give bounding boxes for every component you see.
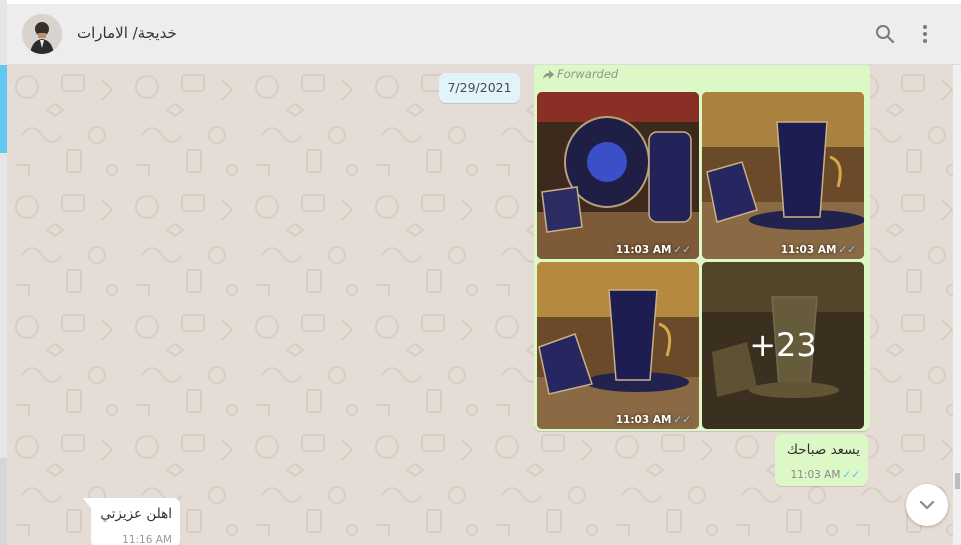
conversation-header[interactable]: خديجة/ الامارات	[7, 4, 961, 65]
message-text: يسعد صباحك	[786, 442, 860, 458]
photo-timestamp: 11:03 AM ✓✓	[780, 244, 856, 256]
message-list[interactable]: 7/29/2021 Forwarded 11:03 AM ✓✓ 11:03 AM…	[7, 65, 953, 545]
search-icon[interactable]	[873, 22, 897, 46]
read-receipt-icon: ✓✓	[673, 414, 691, 426]
whatsapp-web-window: خديجة/ الامارات 7/29/2021 Forwarded 11:0…	[0, 0, 961, 545]
chat-list-edge	[0, 0, 7, 545]
album-photo-2[interactable]: 11:03 AM ✓✓	[702, 92, 864, 259]
forward-arrow-icon	[543, 70, 554, 79]
tea-glass-photo	[537, 92, 699, 259]
incoming-message[interactable]: اهلن عزيزتي 11:16 AM	[83, 498, 180, 545]
photo-timestamp: 11:03 AM ✓✓	[615, 244, 691, 256]
album-photo-4-more[interactable]: +23	[702, 262, 864, 429]
avatar-image	[22, 14, 62, 54]
read-receipt-icon: ✓✓	[842, 469, 860, 481]
photo-timestamp: 11:03 AM ✓✓	[615, 414, 691, 426]
read-receipt-icon: ✓✓	[838, 244, 856, 256]
outgoing-message[interactable]: يسعد صباحك 11:03 AM ✓✓	[775, 434, 868, 486]
chevron-down-icon	[919, 500, 935, 510]
tea-glass-photo	[702, 92, 864, 259]
bubble-tail	[83, 498, 91, 508]
date-chip: 7/29/2021	[439, 73, 520, 103]
scroll-down-button[interactable]	[906, 484, 948, 526]
contact-name[interactable]: خديجة/ الامارات	[77, 24, 177, 42]
menu-icon[interactable]	[913, 22, 937, 46]
album-photo-3[interactable]: 11:03 AM ✓✓	[537, 262, 699, 429]
read-receipt-icon: ✓✓	[673, 244, 691, 256]
forwarded-album-message[interactable]: Forwarded 11:03 AM ✓✓ 11:03 AM ✓✓ 11:03 …	[534, 65, 870, 431]
chat-scrollbar[interactable]	[953, 65, 961, 545]
message-timestamp: 11:16 AM	[122, 534, 172, 545]
forwarded-label: Forwarded	[543, 67, 618, 81]
forwarded-text: Forwarded	[557, 67, 619, 81]
tea-glass-photo	[537, 262, 699, 429]
chat-list-edge-lower	[0, 458, 7, 545]
scrollbar-thumb[interactable]	[955, 473, 960, 489]
message-text: اهلن عزيزتي	[100, 506, 172, 522]
more-photos-count[interactable]: +23	[702, 262, 864, 429]
selected-chat-indicator	[0, 65, 7, 153]
avatar[interactable]	[22, 14, 62, 54]
message-timestamp: 11:03 AM ✓✓	[790, 469, 860, 481]
album-photo-1[interactable]: 11:03 AM ✓✓	[537, 92, 699, 259]
